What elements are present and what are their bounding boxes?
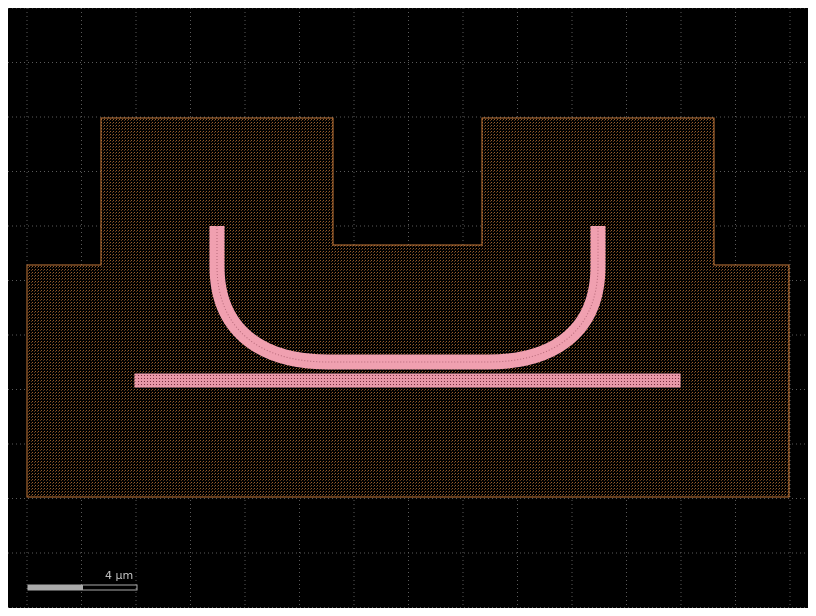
bus-waveguide[interactable] [134, 373, 681, 388]
layout-viewer-canvas[interactable]: 4 µm [8, 8, 808, 608]
scale-bar: 4 µm [27, 569, 138, 591]
cladding-region[interactable] [26, 117, 790, 498]
layout-drawing: 4 µm [8, 8, 808, 608]
scale-bar-filled [28, 585, 83, 590]
scale-bar-label: 4 µm [105, 569, 133, 582]
